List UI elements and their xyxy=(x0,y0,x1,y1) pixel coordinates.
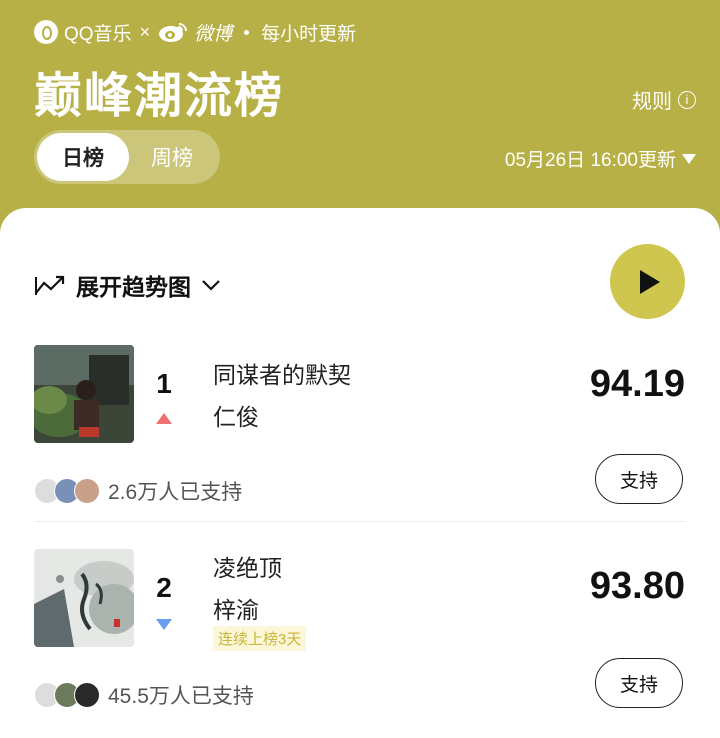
play-icon xyxy=(640,269,660,294)
play-all-button[interactable] xyxy=(610,244,685,319)
song-score: 94.19 xyxy=(589,363,685,405)
supporter-avatars xyxy=(34,682,104,708)
rank-up-icon xyxy=(156,413,172,424)
info-icon: i xyxy=(678,90,696,109)
rank-number: 1 xyxy=(156,368,172,399)
update-time-selector[interactable]: 05月26日 16:00更新 xyxy=(505,145,696,172)
supporter-avatars xyxy=(34,478,104,504)
qq-music-logo-icon xyxy=(34,20,58,44)
brand-dot xyxy=(244,29,250,35)
support-summary: 2.6万人已支持 xyxy=(34,476,242,506)
support-button[interactable]: 支持 xyxy=(595,658,683,708)
song-title: 同谋者的默契 xyxy=(213,362,351,388)
song-score: 93.80 xyxy=(589,565,685,607)
album-cover[interactable] xyxy=(34,549,134,647)
trend-chart-icon xyxy=(35,275,65,295)
avatar xyxy=(74,478,100,504)
rules-label: 规则 xyxy=(632,91,672,113)
header: QQ音乐 × 微博 每小时更新 巅峰潮流榜 规则 i 日榜 周榜 05月26日 … xyxy=(0,0,720,215)
song-artist: 梓渝 xyxy=(213,597,259,623)
rules-link[interactable]: 规则 i xyxy=(632,85,696,114)
support-summary: 45.5万人已支持 xyxy=(34,680,254,710)
avatar xyxy=(74,682,100,708)
brand-qq-label: QQ音乐 xyxy=(64,23,132,45)
chart-period-tabs: 日榜 周榜 xyxy=(34,130,220,184)
caret-down-icon xyxy=(682,153,696,164)
streak-badge: 连续上榜3天 xyxy=(213,626,307,651)
support-button[interactable]: 支持 xyxy=(595,454,683,504)
expand-trend-toggle[interactable]: 展开趋势图 xyxy=(34,268,221,302)
album-cover[interactable] xyxy=(34,345,134,443)
brand-row: QQ音乐 × 微博 每小时更新 xyxy=(34,18,356,46)
page-title: 巅峰潮流榜 xyxy=(34,70,285,123)
tab-daily[interactable]: 日榜 xyxy=(37,133,129,181)
weibo-logo-icon xyxy=(159,23,188,42)
brand-weibo-label: 微博 xyxy=(194,23,233,45)
support-count: 2.6万人已支持 xyxy=(108,481,243,504)
album-cover-art xyxy=(34,549,134,647)
ranking-card: 展开趋势图 1 同谋者的默契 仁俊 94.19 2.6万人已支持 支持 2 凌绝… xyxy=(0,208,720,738)
rank-down-icon xyxy=(156,619,172,630)
update-time: 05月26日 16:00更新 xyxy=(504,150,676,171)
trend-label: 展开趋势图 xyxy=(76,274,191,300)
album-cover-art xyxy=(34,345,134,443)
divider xyxy=(34,521,686,522)
chevron-down-icon xyxy=(202,280,220,291)
tab-weekly[interactable]: 周榜 xyxy=(126,133,218,181)
rank-number: 2 xyxy=(156,572,172,603)
support-count: 45.5万人已支持 xyxy=(108,685,254,708)
song-title: 凌绝顶 xyxy=(213,555,282,581)
update-frequency: 每小时更新 xyxy=(261,23,357,45)
brand-separator: × xyxy=(139,21,151,42)
song-artist: 仁俊 xyxy=(213,404,259,430)
